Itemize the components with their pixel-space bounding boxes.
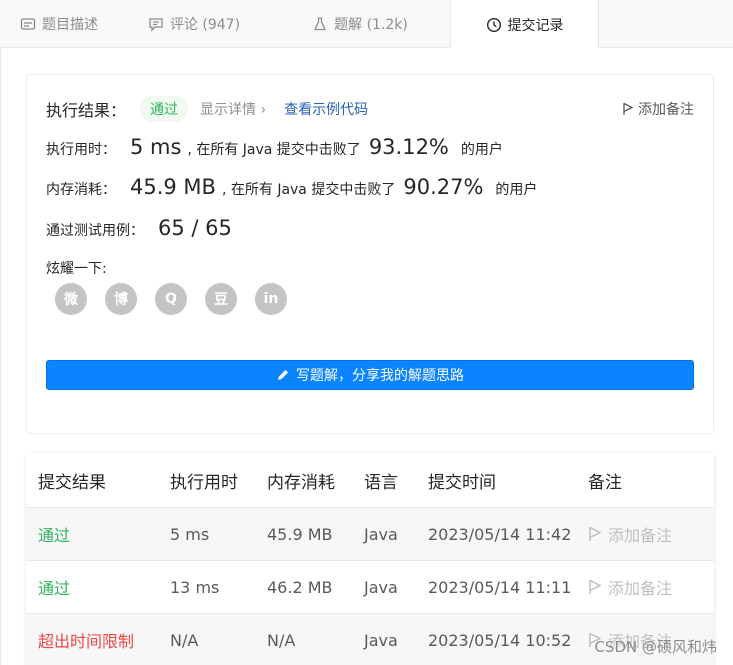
write-solution-label: 写题解，分享我的解题思路 [296,368,464,384]
watermark: CSDN @硕风和炜 [594,638,717,656]
row-memory: 46.2 MB [267,577,333,597]
table-row[interactable]: 通过 13 ms 46.2 MB Java 2023/05/14 11:11 添… [26,560,714,613]
memory-value: 45.9 MB [130,175,216,199]
memory-label: 内存消耗： [46,182,116,198]
header-memory: 内存消耗 [267,472,335,493]
row-language: Java [364,524,398,544]
row-language: Java [364,577,398,597]
flag-icon [623,102,634,115]
write-solution-button[interactable]: 写题解，分享我的解题思路 [46,360,694,390]
linkedin-icon[interactable]: in [255,283,287,315]
memory-beat-suffix: 的用户 [495,182,538,198]
qq-icon[interactable]: Q [155,283,187,315]
tab-submissions-label: 提交记录 [507,17,564,34]
runtime-percent: 93.12% [368,135,449,159]
pencil-icon [278,370,288,380]
tab-bar: 题目描述 评论 (947) 题解 (1.2k) 提交记录 [0,0,733,49]
memory-row: 内存消耗： 45.9 MB , 在所有 Java 提交中击败了 90.27% 的… [46,175,537,199]
tab-solutions-label: 题解 (1.2k) [334,17,408,33]
clock-icon [486,17,501,32]
row-add-note[interactable]: 添加备注 [588,575,672,599]
runtime-row: 执行用时： 5 ms , 在所有 Java 提交中击败了 93.12% 的用户 [46,135,503,159]
runtime-beat-text: , 在所有 Java 提交中击败了 [187,142,361,158]
row-time: 2023/05/14 11:42 [428,524,572,544]
header-note: 备注 [588,472,622,493]
tab-submissions[interactable]: 提交记录 [450,0,599,49]
flag-icon [589,526,602,541]
table-header: 提交结果 执行用时 内存消耗 语言 提交时间 备注 [26,453,714,507]
header-language: 语言 [364,472,398,493]
example-code-link[interactable]: 查看示例代码 [284,99,368,119]
row-memory: 45.9 MB [267,524,333,544]
tab-comments-label: 评论 (947) [169,17,241,33]
row-memory: N/A [267,630,296,650]
row-result[interactable]: 通过 [38,522,70,546]
row-runtime: N/A [170,630,199,650]
testcase-row: 通过测试用例： 65 / 65 [46,216,238,240]
tab-description-label: 题目描述 [42,17,98,33]
row-result[interactable]: 超出时间限制 [38,628,134,652]
weibo-icon[interactable]: 博 [105,283,137,315]
row-language: Java [364,630,398,650]
share-label: 炫耀一下: [46,261,107,277]
comment-icon [149,18,163,32]
add-note-button[interactable]: 添加备注 [622,99,694,119]
share-icons: 微 博 Q 豆 in [55,283,287,315]
douban-icon[interactable]: 豆 [205,283,237,315]
status-badge: 通过 [140,96,189,122]
description-icon [20,18,36,30]
show-details-link[interactable]: 显示详情 › [200,99,266,119]
row-time: 2023/05/14 10:52 [428,630,572,650]
tab-solutions[interactable]: 题解 (1.2k) [270,0,450,48]
flask-icon [314,17,326,31]
memory-percent: 90.27% [403,175,484,199]
row-note-label: 添加备注 [608,526,673,545]
memory-beat-text: , 在所有 Java 提交中击败了 [221,182,396,198]
submission-panel: 执行结果： 通过 显示详情 › 查看示例代码 添加备注 执行用时： 5 ms ,… [0,48,733,665]
wechat-icon[interactable]: 微 [55,283,87,315]
row-note-label: 添加备注 [608,579,673,598]
tab-comments[interactable]: 评论 (947) [118,0,270,48]
submission-table: 提交结果 执行用时 内存消耗 语言 提交时间 备注 通过 5 ms 45.9 M… [26,453,714,665]
header-time: 提交时间 [428,472,496,493]
row-result[interactable]: 通过 [38,575,70,599]
row-runtime: 13 ms [170,577,220,597]
flag-icon [589,579,602,594]
header-runtime: 执行用时 [170,472,238,493]
exec-result-row: 执行结果： 通过 显示详情 › 查看示例代码 添加备注 [46,96,694,122]
row-time: 2023/05/14 11:11 [428,577,572,597]
testcase-label: 通过测试用例： [46,223,144,239]
row-runtime: 5 ms [170,524,210,544]
tab-description[interactable]: 题目描述 [0,0,118,48]
table-row[interactable]: 通过 5 ms 45.9 MB Java 2023/05/14 11:42 添加… [26,507,714,560]
runtime-value: 5 ms [130,135,182,159]
row-add-note[interactable]: 添加备注 [588,522,672,546]
exec-result-label: 执行结果： [46,101,127,120]
runtime-beat-suffix: 的用户 [460,142,503,158]
testcase-value: 65 / 65 [158,216,232,240]
result-card: 执行结果： 通过 显示详情 › 查看示例代码 添加备注 执行用时： 5 ms ,… [26,74,714,434]
runtime-label: 执行用时： [46,142,116,158]
add-note-label: 添加备注 [638,102,694,118]
header-result: 提交结果 [38,472,106,493]
